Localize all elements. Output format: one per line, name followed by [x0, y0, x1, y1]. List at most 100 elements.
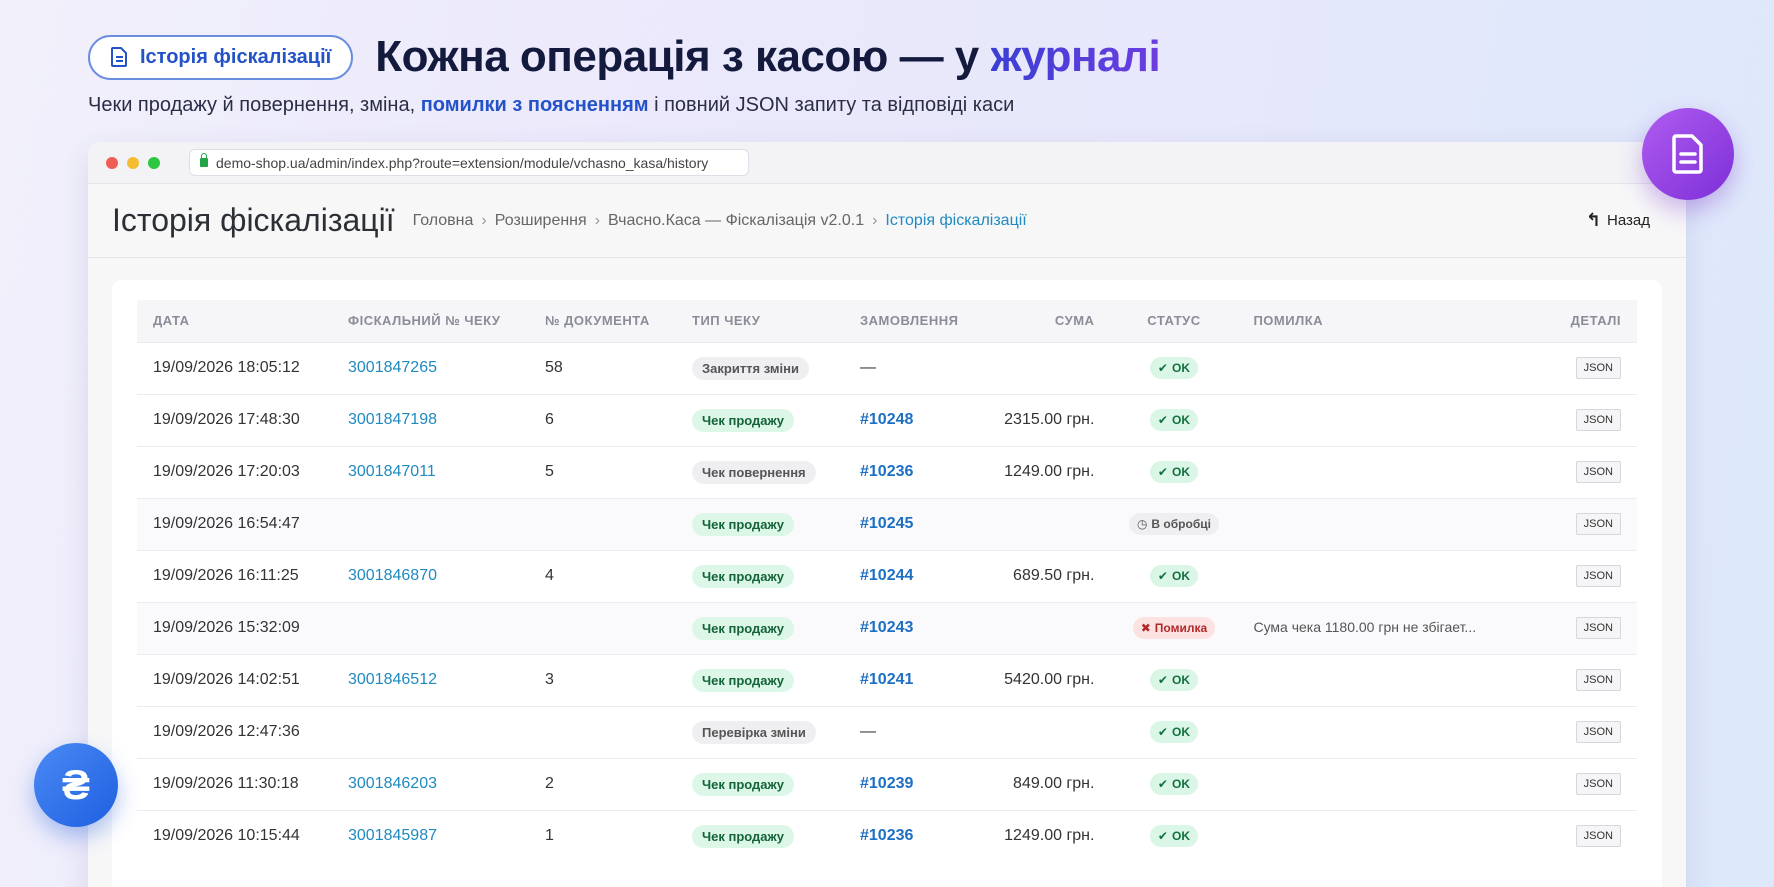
- json-details-button[interactable]: JSON: [1575, 409, 1621, 431]
- order-link[interactable]: #10244: [860, 567, 913, 584]
- cell-error: [1237, 757, 1536, 810]
- order-link[interactable]: #10245: [860, 515, 913, 532]
- fiscal-number-link[interactable]: 3001845987: [348, 827, 437, 844]
- json-details-button[interactable]: JSON: [1575, 721, 1621, 743]
- page-header: Історія фіскалізації Головна › Розширенн…: [88, 184, 1686, 258]
- cell-details: JSON: [1535, 549, 1637, 602]
- back-button[interactable]: ↰ Назад: [1586, 210, 1650, 231]
- cell-sum: [974, 341, 1111, 394]
- json-details-button[interactable]: JSON: [1575, 513, 1621, 535]
- cell-fiscal: 3001847198: [332, 393, 529, 446]
- fiscal-number-link[interactable]: 3001846870: [348, 567, 437, 584]
- browser-window: demo-shop.ua/admin/index.php?route=exten…: [88, 142, 1686, 887]
- minimize-window-dot[interactable]: [127, 156, 139, 169]
- cell-fiscal: 3001846870: [332, 549, 529, 602]
- cell-fiscal: 3001845987: [332, 809, 529, 862]
- table-row: 19/09/2026 10:15:44 3001845987 1 Чек продаж…: [137, 809, 1637, 862]
- json-details-button[interactable]: JSON: [1575, 461, 1621, 483]
- status-icon: ✔: [1157, 413, 1168, 427]
- status-badge: ✔ OK: [1149, 721, 1198, 743]
- maximize-window-dot[interactable]: [148, 156, 160, 169]
- fiscal-number-link[interactable]: 3001847011: [348, 463, 436, 480]
- cell-date: 19/09/2026 10:15:44: [137, 809, 332, 862]
- cell-details: JSON: [1535, 809, 1637, 862]
- document-icon: [111, 47, 127, 67]
- page-title: Історія фіскалізації: [112, 202, 395, 238]
- order-link[interactable]: #10236: [860, 827, 913, 844]
- status-icon: ✔: [1157, 569, 1168, 583]
- cell-document: [529, 705, 676, 758]
- cell-sum: 1249.00 грн.: [974, 445, 1111, 498]
- order-link[interactable]: #10248: [860, 411, 913, 428]
- fiscal-number-link[interactable]: 3001846203: [348, 775, 437, 792]
- cell-date: 19/09/2026 14:02:51: [137, 653, 332, 706]
- cell-sum: 5420.00 грн.: [974, 653, 1111, 706]
- status-icon: ✔: [1157, 361, 1168, 375]
- hryvnia-fab[interactable]: ₴: [34, 743, 118, 827]
- order-link[interactable]: #10241: [860, 671, 913, 688]
- cell-fiscal: [332, 705, 529, 758]
- cell-document: 58: [529, 341, 676, 394]
- json-details-button[interactable]: JSON: [1575, 825, 1621, 848]
- breadcrumb-module[interactable]: Вчасно.Каса — Фіскалізація v2.0.1: [608, 212, 864, 230]
- cell-details: JSON: [1535, 445, 1637, 498]
- breadcrumb-current[interactable]: Історія фіскалізації: [885, 212, 1026, 230]
- cell-date: 19/09/2026 12:47:36: [137, 705, 332, 758]
- document-fab[interactable]: [1642, 108, 1734, 200]
- cell-order: —: [844, 705, 975, 758]
- json-details-button[interactable]: JSON: [1575, 669, 1621, 691]
- cell-date: 19/09/2026 11:30:18: [137, 757, 332, 810]
- cell-type: Чек продажу: [676, 757, 844, 810]
- status-badge: ✔ OK: [1149, 565, 1198, 587]
- col-order[interactable]: ЗАМОВЛЕННЯ: [844, 300, 975, 342]
- fiscal-number-link[interactable]: 3001847198: [348, 411, 437, 428]
- order-link: —: [860, 359, 876, 376]
- cell-details: JSON: [1535, 757, 1637, 810]
- cell-order: #10248: [844, 393, 975, 446]
- order-link[interactable]: #10236: [860, 463, 913, 480]
- cell-document: 4: [529, 549, 676, 602]
- cell-fiscal: 3001847011: [332, 445, 529, 498]
- json-details-button[interactable]: JSON: [1575, 565, 1621, 587]
- col-status[interactable]: СТАТУС: [1110, 300, 1238, 342]
- cell-date: 19/09/2026 17:20:03: [137, 445, 332, 498]
- fiscal-number-link[interactable]: 3001847265: [348, 359, 437, 376]
- col-fiscal[interactable]: ФІСКАЛЬНИЙ № ЧЕКУ: [332, 300, 529, 342]
- col-type[interactable]: ТИП ЧЕКУ: [676, 300, 844, 342]
- cell-status: ✖ Помилка: [1110, 601, 1238, 654]
- cell-sum: 1249.00 грн.: [974, 809, 1111, 862]
- cell-document: 3: [529, 653, 676, 706]
- table-row: 19/09/2026 16:54:47 Чек продажу #10245 ◷ В о…: [137, 497, 1637, 550]
- status-label: OK: [1171, 725, 1190, 739]
- cell-type: Чек продажу: [676, 393, 844, 446]
- cell-fiscal: [332, 601, 529, 654]
- status-icon: ✖: [1140, 621, 1151, 635]
- order-link[interactable]: #10239: [860, 775, 913, 792]
- status-icon: ✔: [1157, 465, 1168, 479]
- lock-icon: [200, 153, 208, 167]
- address-bar[interactable]: demo-shop.ua/admin/index.php?route=exten…: [189, 149, 749, 176]
- cell-fiscal: [332, 497, 529, 550]
- table-row: 19/09/2026 18:05:12 3001847265 58 Закриття …: [137, 341, 1637, 394]
- json-details-button[interactable]: JSON: [1575, 617, 1621, 639]
- cell-type: Чек повернення: [676, 445, 844, 498]
- json-details-button[interactable]: JSON: [1575, 773, 1621, 795]
- cell-sum: 849.00 грн.: [974, 757, 1111, 810]
- breadcrumb-home[interactable]: Головна: [413, 212, 474, 230]
- cell-error: [1237, 653, 1536, 706]
- order-link[interactable]: #10243: [860, 619, 913, 636]
- fiscal-number-link[interactable]: 3001846512: [348, 671, 437, 688]
- col-document[interactable]: № ДОКУМЕНТА: [529, 300, 676, 342]
- col-sum[interactable]: СУМА: [974, 300, 1111, 342]
- cell-details: JSON: [1535, 601, 1637, 654]
- cell-order: #10243: [844, 601, 975, 654]
- cell-sum: [974, 705, 1111, 758]
- breadcrumb-separator: ›: [594, 211, 601, 229]
- cell-order: #10239: [844, 757, 975, 810]
- status-badge: ✔ OK: [1149, 773, 1198, 795]
- json-details-button[interactable]: JSON: [1575, 357, 1621, 379]
- col-date[interactable]: ДАТА: [137, 300, 332, 342]
- breadcrumb-extensions[interactable]: Розширення: [495, 212, 587, 230]
- cell-fiscal: 3001847265: [332, 341, 529, 394]
- close-window-dot[interactable]: [106, 156, 118, 169]
